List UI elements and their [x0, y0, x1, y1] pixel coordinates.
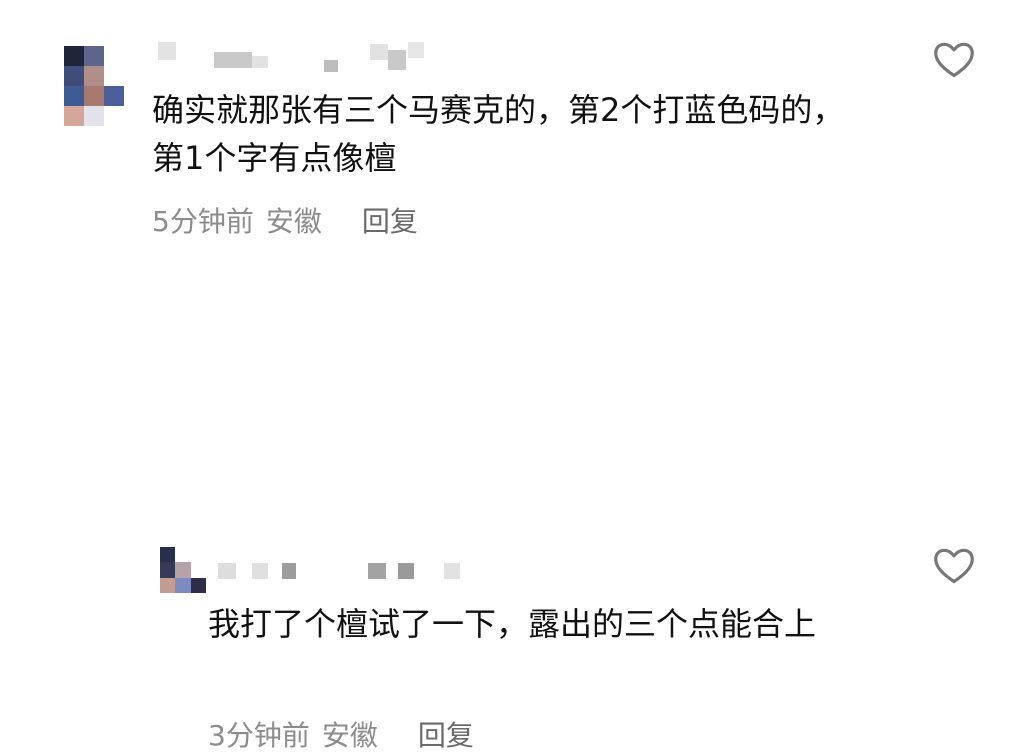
- username-obscured: [158, 42, 438, 72]
- username-blur-block: [324, 60, 338, 72]
- comment-text: 确实就那张有三个马赛克的，第2个打蓝色码的，第1个字有点像檀: [152, 91, 845, 177]
- comment-item-reply: 我打了个檀试了一下，露出的三个点能合上 3分钟前 安徽 回复: [0, 260, 1024, 752]
- username-blur-block: [252, 563, 268, 579]
- comment-meta: 5分钟前 安徽 回复: [152, 204, 418, 240]
- user-avatar[interactable]: [160, 547, 206, 593]
- reply-button[interactable]: 回复: [418, 718, 474, 754]
- username-blur-block: [158, 42, 176, 60]
- avatar-pixel: [64, 106, 84, 126]
- avatar-pixel: [84, 86, 104, 106]
- username-blur-block: [218, 563, 236, 579]
- avatar-pixel: [175, 547, 191, 563]
- username-blur-block: [408, 42, 424, 58]
- avatar-pixel: [190, 562, 206, 578]
- user-avatar[interactable]: [64, 46, 124, 126]
- username-obscured: [218, 557, 468, 587]
- username-blur-block: [444, 563, 460, 579]
- location: 安徽: [265, 205, 322, 238]
- timestamp: 3分钟前: [208, 719, 310, 752]
- location: 安徽: [321, 719, 378, 752]
- username-blur-block: [398, 563, 414, 579]
- avatar-pixel: [64, 86, 84, 106]
- comment-text: 我打了个檀试了一下，露出的三个点能合上: [208, 605, 817, 643]
- avatar-pixel: [104, 66, 124, 86]
- avatar-pixel: [104, 46, 124, 66]
- username-blur-block: [282, 563, 296, 579]
- timestamp: 5分钟前: [152, 205, 254, 238]
- heart-outline-icon[interactable]: [932, 40, 976, 80]
- heart-outline-icon[interactable]: [932, 546, 976, 586]
- avatar-pixel: [175, 577, 191, 593]
- avatar-pixel: [64, 66, 84, 86]
- avatar-pixel: [160, 547, 176, 563]
- comment-meta: 3分钟前 安徽 回复: [208, 718, 474, 754]
- username-blur-block: [252, 56, 268, 68]
- username-blur-block: [214, 52, 252, 68]
- avatar-pixel: [84, 66, 104, 86]
- comment-item-main: 确实就那张有三个马赛克的，第2个打蓝色码的，第1个字有点像檀 5分钟前 安徽 回…: [0, 0, 1024, 260]
- avatar-pixel: [175, 562, 191, 578]
- avatar-pixel: [160, 562, 176, 578]
- avatar-pixel: [190, 577, 206, 593]
- username-blur-block: [370, 44, 388, 60]
- avatar-pixel: [160, 577, 176, 593]
- avatar-pixel: [190, 547, 206, 563]
- username-blur-block: [388, 50, 406, 70]
- avatar-pixel: [104, 86, 124, 106]
- username-blur-block: [368, 563, 386, 579]
- avatar-pixel: [64, 46, 84, 66]
- reply-button[interactable]: 回复: [362, 204, 418, 240]
- avatar-pixel: [84, 46, 104, 66]
- avatar-pixel: [84, 106, 104, 126]
- avatar-pixel: [104, 106, 124, 126]
